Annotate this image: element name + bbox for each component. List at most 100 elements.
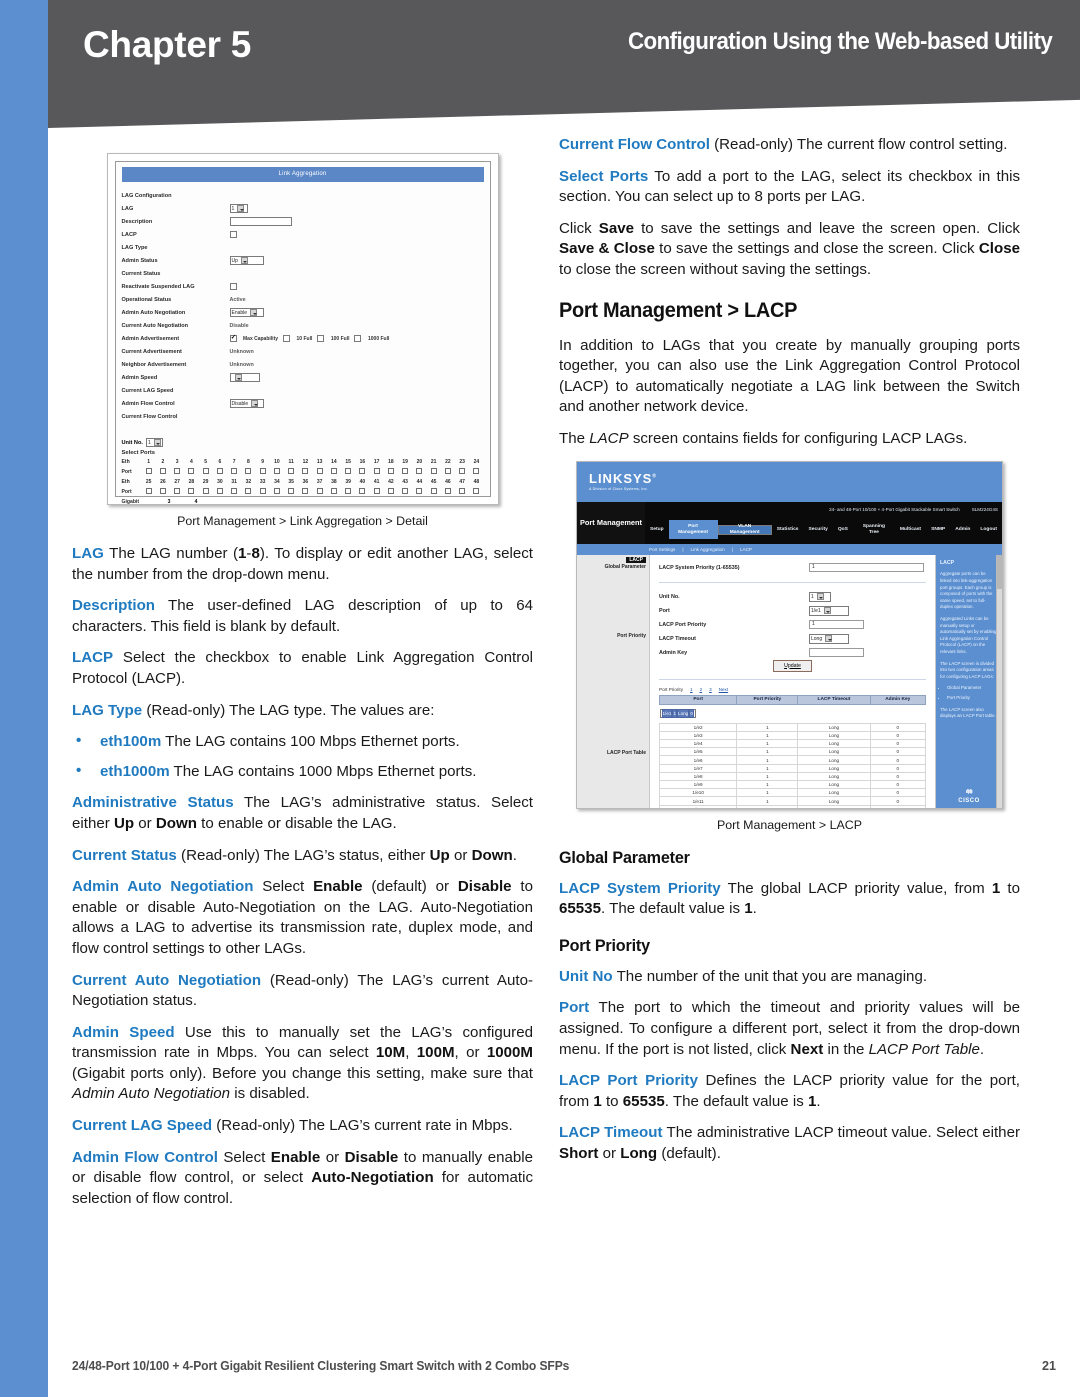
lacp-tab-setup[interactable]: Setup xyxy=(645,527,669,533)
la-port-checkbox-cell[interactable] xyxy=(170,468,184,476)
la-port-checkbox-cell[interactable] xyxy=(441,468,455,476)
la-port-checkbox-cell[interactable] xyxy=(199,468,213,476)
lacp-sidebar-item-lacp[interactable]: LACP xyxy=(626,556,646,563)
la-port-checkbox-cell[interactable] xyxy=(313,488,327,496)
table-row[interactable]: 1/e2 1 Long 0 xyxy=(658,722,927,732)
table-row[interactable]: 1/e10 1 Long 0 xyxy=(658,788,927,798)
lacp-text-input[interactable] xyxy=(809,647,864,658)
la-port-checkbox[interactable] xyxy=(202,468,209,474)
lacp-tab-multicast[interactable]: Multicast xyxy=(895,527,926,533)
la-port-checkbox[interactable] xyxy=(231,488,238,494)
table-row[interactable]: 1/e3 1 Long 0 xyxy=(658,730,927,741)
la-port-checkbox-cell[interactable] xyxy=(270,468,284,476)
la-field-control[interactable] xyxy=(229,373,484,382)
la-port-checkbox-cell[interactable] xyxy=(270,488,284,496)
table-row[interactable]: 1/e5 1 Long 0 xyxy=(658,747,927,757)
la-port-checkbox[interactable] xyxy=(231,468,238,474)
la-checkbox[interactable] xyxy=(229,283,237,290)
la-port-checkbox[interactable] xyxy=(273,468,280,474)
lacp-tab-qos[interactable]: QoS xyxy=(833,527,853,533)
lacp-select[interactable]: 1/e1 xyxy=(809,605,849,616)
la-port-checkbox[interactable] xyxy=(273,488,280,494)
la-port-checkbox[interactable] xyxy=(473,488,480,494)
la-port-checkbox-cell[interactable] xyxy=(341,488,355,496)
la-port-checkbox-cell[interactable] xyxy=(427,488,441,496)
la-port-checkbox[interactable] xyxy=(216,468,223,474)
la-port-checkbox[interactable] xyxy=(159,488,166,494)
la-port-checkbox-cell[interactable] xyxy=(241,468,255,476)
lacp-tab-logout[interactable]: Logout xyxy=(975,527,1002,533)
la-port-checkbox[interactable] xyxy=(302,488,309,494)
la-port-checkbox-cell[interactable] xyxy=(213,468,227,476)
table-row[interactable]: 1/e8 1 Long 0 xyxy=(658,771,927,782)
la-port-checkbox[interactable] xyxy=(145,488,152,494)
la-port-checkbox[interactable] xyxy=(202,488,209,494)
lacp-text-input[interactable]: 1 xyxy=(809,619,864,630)
la-port-checkbox[interactable] xyxy=(402,468,409,474)
pager-next-link[interactable]: Next xyxy=(719,687,728,692)
lacp-sidebar[interactable]: LACP Global Parameter Port Priority LACP Po… xyxy=(577,554,649,808)
la-field-control[interactable] xyxy=(229,231,484,238)
table-row[interactable]: 1/e7 1 Long 0 xyxy=(658,763,927,773)
lacp-tab-vlan-management[interactable]: VLAN Management xyxy=(717,524,772,535)
la-text-input[interactable] xyxy=(229,216,292,227)
la-port-checkbox[interactable] xyxy=(373,468,380,474)
table-row[interactable]: 1/e121Long0 xyxy=(658,804,927,808)
pager-page-2[interactable]: 2 xyxy=(700,687,703,692)
la-port-checkbox[interactable] xyxy=(288,468,295,474)
la-field-control[interactable]: 1 xyxy=(229,204,484,213)
la-select[interactable] xyxy=(229,373,260,382)
la-port-checkbox[interactable] xyxy=(316,488,323,494)
la-port-checkbox-cell[interactable] xyxy=(398,468,412,476)
la-port-checkbox-cell[interactable] xyxy=(412,468,426,476)
la-port-checkbox-cell[interactable] xyxy=(241,488,255,496)
la-port-checkbox[interactable] xyxy=(245,468,252,474)
la-select[interactable]: Enable xyxy=(229,308,264,317)
la-checkbox[interactable] xyxy=(229,231,237,238)
la-port-checkbox-cell[interactable] xyxy=(284,468,298,476)
lacp-tab-port-management[interactable]: Port Management xyxy=(668,519,718,540)
la-port-checkbox-cell[interactable] xyxy=(455,468,469,476)
table-row[interactable]: 1/e1 1 Long 0 xyxy=(659,708,696,719)
breadcrumb-item[interactable]: Link Aggregation xyxy=(691,547,725,552)
la-field-control[interactable] xyxy=(229,283,484,290)
la-advert-checkbox[interactable] xyxy=(354,335,362,342)
la-port-checkbox-cell[interactable] xyxy=(355,488,369,496)
breadcrumb-item[interactable]: LACP xyxy=(740,547,752,552)
la-field-control[interactable]: Up xyxy=(229,256,484,265)
lacp-tab-snmp[interactable]: SNMP xyxy=(926,527,950,533)
la-port-checkbox[interactable] xyxy=(259,468,266,474)
table-row[interactable]: 1/e9 1 Long 0 xyxy=(658,780,927,790)
la-port-checkbox[interactable] xyxy=(459,488,466,494)
la-port-checkbox[interactable] xyxy=(174,488,181,494)
la-port-checkbox-cell[interactable] xyxy=(227,488,241,496)
la-port-checkbox-cell[interactable] xyxy=(427,468,441,476)
la-port-checkbox-cell[interactable] xyxy=(142,488,156,496)
la-port-checkbox[interactable] xyxy=(159,468,166,474)
la-port-checkbox-cell[interactable] xyxy=(156,488,170,496)
pager-page-1[interactable]: 1 xyxy=(690,687,693,692)
la-port-checkbox[interactable] xyxy=(444,468,451,474)
la-port-checkbox-cell[interactable] xyxy=(170,488,184,496)
la-port-checkbox-cell[interactable] xyxy=(142,468,156,476)
la-port-checkbox-cell[interactable] xyxy=(384,488,398,496)
la-port-checkbox[interactable] xyxy=(302,468,309,474)
la-port-checkbox[interactable] xyxy=(416,488,423,494)
la-port-checkbox[interactable] xyxy=(402,488,409,494)
la-port-checkbox[interactable] xyxy=(330,468,337,474)
table-row[interactable]: 1/e11 1 Long 0 xyxy=(658,796,927,806)
la-port-checkbox-cell[interactable] xyxy=(256,468,270,476)
la-port-checkbox[interactable] xyxy=(387,488,394,494)
la-port-checkbox-cell[interactable] xyxy=(398,488,412,496)
la-port-checkbox[interactable] xyxy=(359,468,366,474)
la-port-checkbox[interactable] xyxy=(444,488,451,494)
la-port-checkbox-cell[interactable] xyxy=(184,468,198,476)
la-port-checkbox[interactable] xyxy=(459,468,466,474)
la-port-checkbox-cell[interactable] xyxy=(341,468,355,476)
la-port-checkbox-cell[interactable] xyxy=(199,488,213,496)
la-advertisement-options[interactable]: Max Capability 10 Full 100 Full 1000 Full xyxy=(229,333,389,342)
lacp-tab-spanning-tree[interactable]: Spanning Tree xyxy=(853,524,895,536)
la-port-checkbox[interactable] xyxy=(430,488,437,494)
update-button[interactable]: Update xyxy=(773,659,812,672)
lacp-tab-admin[interactable]: Admin xyxy=(950,527,975,533)
